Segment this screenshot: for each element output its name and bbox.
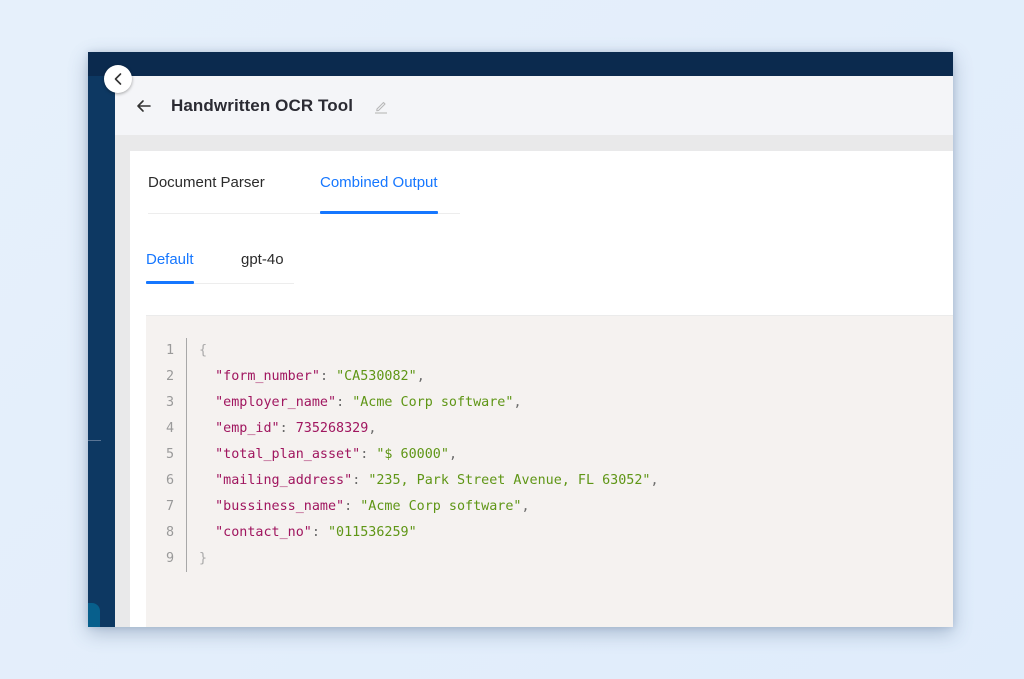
model-tabs: Default gpt-4o [146, 235, 294, 284]
line-content: "mailing_address": "235, Park Street Ave… [187, 468, 659, 494]
line-number: 5 [146, 442, 187, 468]
json-value: "Acme Corp software" [360, 499, 522, 514]
json-value: "CA530082" [336, 369, 417, 384]
main-tabs: Document Parser Combined Output [148, 151, 460, 214]
json-colon: : [336, 395, 353, 410]
json-comma: , [513, 395, 522, 410]
sidebar-divider [88, 440, 101, 441]
line-number: 7 [146, 494, 187, 520]
code-line: 6 "mailing_address": "235, Park Street A… [146, 468, 659, 494]
line-number: 3 [146, 390, 187, 416]
panel-gutter [115, 151, 130, 627]
line-number: 8 [146, 520, 187, 546]
code-line: 7 "bussiness_name": "Acme Corp software"… [146, 494, 659, 520]
subtab-default[interactable]: Default [146, 235, 194, 284]
close-brace: } [199, 551, 208, 566]
tab-label: Combined Output [320, 173, 438, 191]
json-key: "employer_name" [215, 395, 337, 410]
json-value: 735268329 [295, 421, 369, 436]
open-brace: { [199, 343, 208, 358]
content-panel: Document Parser Combined Output Default … [130, 151, 953, 627]
json-colon: : [344, 499, 361, 514]
json-comma: , [368, 421, 377, 436]
line-content: "contact_no": "011536259" [187, 520, 417, 546]
line-number: 1 [146, 338, 187, 364]
json-key: "bussiness_name" [215, 499, 345, 514]
tab-label: Default [146, 250, 194, 268]
active-tab-indicator [146, 281, 194, 284]
edit-title-button[interactable] [373, 98, 389, 114]
pencil-icon [375, 101, 388, 114]
json-comma: , [448, 447, 457, 462]
subtab-gpt-4o[interactable]: gpt-4o [241, 235, 284, 283]
json-comma: , [650, 473, 659, 488]
tab-label: Document Parser [148, 173, 265, 191]
json-colon: : [360, 447, 377, 462]
json-comma: , [521, 499, 530, 514]
json-comma: , [416, 369, 425, 384]
line-content: { [187, 338, 207, 364]
line-content: "emp_id": 735268329, [187, 416, 376, 442]
json-key: "total_plan_asset" [215, 447, 361, 462]
json-value: "$ 60000" [376, 447, 449, 462]
tab-document-parser[interactable]: Document Parser [148, 151, 265, 213]
code-line: 1{ [146, 338, 659, 364]
collapse-sidebar-button[interactable] [104, 65, 132, 93]
sidebar-item-indicator[interactable] [88, 603, 100, 627]
json-value: "011536259" [328, 525, 417, 540]
line-content: "bussiness_name": "Acme Corp software", [187, 494, 530, 520]
json-colon: : [352, 473, 369, 488]
line-content: "employer_name": "Acme Corp software", [187, 390, 522, 416]
page-header: Handwritten OCR Tool [115, 76, 953, 135]
line-number: 6 [146, 468, 187, 494]
code-line: 9} [146, 546, 659, 572]
json-code-editor[interactable]: 1{2 "form_number": "CA530082", 3 "employe… [146, 315, 953, 627]
tab-combined-output[interactable]: Combined Output [320, 151, 438, 214]
code-line: 5 "total_plan_asset": "$ 60000", [146, 442, 659, 468]
code-line: 3 "employer_name": "Acme Corp software", [146, 390, 659, 416]
code-line: 2 "form_number": "CA530082", [146, 364, 659, 390]
json-key: "mailing_address" [215, 473, 353, 488]
top-bar [88, 52, 953, 76]
line-content: } [187, 546, 207, 572]
code-lines: 1{2 "form_number": "CA530082", 3 "employe… [146, 338, 659, 572]
json-value: "235, Park Street Avenue, FL 63052" [368, 473, 651, 488]
active-tab-indicator [320, 211, 438, 214]
line-content: "total_plan_asset": "$ 60000", [187, 442, 457, 468]
back-button[interactable] [135, 97, 153, 115]
sidebar [88, 76, 115, 627]
json-colon: : [279, 421, 296, 436]
line-number: 9 [146, 546, 187, 572]
json-value: "Acme Corp software" [352, 395, 514, 410]
json-colon: : [319, 369, 337, 384]
line-number: 4 [146, 416, 187, 442]
line-number: 2 [146, 364, 187, 390]
json-key: "emp_id" [215, 421, 280, 436]
json-key: "form_number" [215, 369, 320, 384]
tab-label: gpt-4o [241, 250, 284, 268]
code-line: 4 "emp_id": 735268329, [146, 416, 659, 442]
line-content: "form_number": "CA530082", [187, 364, 425, 390]
arrow-left-icon [137, 99, 151, 112]
json-key: "contact_no" [215, 525, 312, 540]
app-window: Handwritten OCR Tool Document Parser Com… [88, 52, 953, 627]
page-title: Handwritten OCR Tool [171, 95, 354, 115]
chevron-left-icon [114, 73, 122, 85]
code-line: 8 "contact_no": "011536259" [146, 520, 659, 546]
header-separator [115, 135, 953, 151]
json-colon: : [311, 525, 328, 540]
